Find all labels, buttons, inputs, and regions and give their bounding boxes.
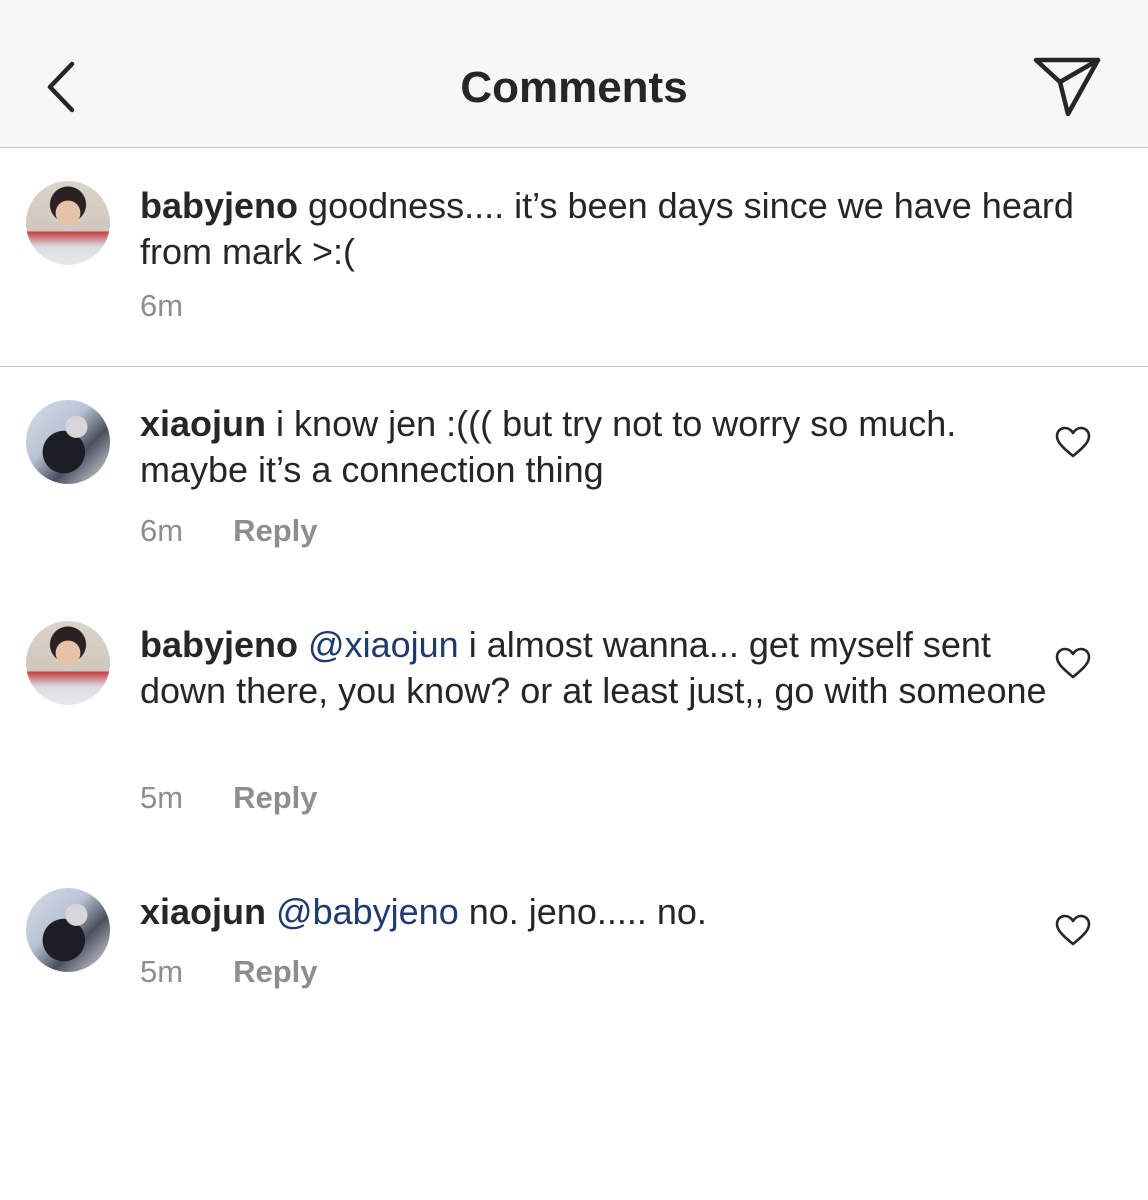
comment-body: no. jeno..... no. [468, 891, 707, 932]
header-bar: Comments [0, 0, 1148, 148]
avatar[interactable] [26, 181, 110, 265]
comment-meta: 5m Reply [140, 778, 318, 818]
heart-icon[interactable] [1054, 425, 1092, 459]
comment-meta: 5m Reply [140, 952, 318, 992]
timestamp: 5m [140, 780, 184, 815]
mention-link[interactable]: @xiaojun [308, 624, 459, 665]
heart-icon[interactable] [1054, 646, 1092, 680]
username[interactable]: babyjeno [140, 624, 298, 665]
comment-text: xiaojun i know jen :((( but try not to w… [140, 401, 1060, 493]
reply-button[interactable]: Reply [233, 952, 317, 992]
timestamp: 6m [140, 288, 184, 323]
page-title: Comments [460, 63, 688, 112]
comment-meta: 6m Reply [140, 511, 318, 551]
caption-text: babyjeno goodness.... it’s been days sin… [140, 183, 1100, 275]
username[interactable]: xiaojun [140, 891, 266, 932]
reply-button[interactable]: Reply [233, 778, 317, 818]
post-caption: babyjeno goodness.... it’s been days sin… [0, 148, 1148, 367]
timestamp: 6m [140, 513, 184, 548]
username[interactable]: xiaojun [140, 403, 266, 444]
username[interactable]: babyjeno [140, 185, 298, 226]
avatar[interactable] [26, 621, 110, 705]
timestamp: 5m [140, 954, 184, 989]
avatar[interactable] [26, 888, 110, 972]
share-button[interactable] [1030, 52, 1106, 122]
avatar[interactable] [26, 400, 110, 484]
comment-text: xiaojun @babyjeno no. jeno..... no. [140, 889, 1060, 935]
paper-plane-icon [1033, 57, 1101, 117]
comment-text: babyjeno @xiaojun i almost wanna... get … [140, 622, 1060, 714]
mention-link[interactable]: @babyjeno [276, 891, 459, 932]
reply-button[interactable]: Reply [233, 511, 317, 551]
heart-icon[interactable] [1054, 913, 1092, 947]
comment-meta: 6m [140, 286, 183, 326]
